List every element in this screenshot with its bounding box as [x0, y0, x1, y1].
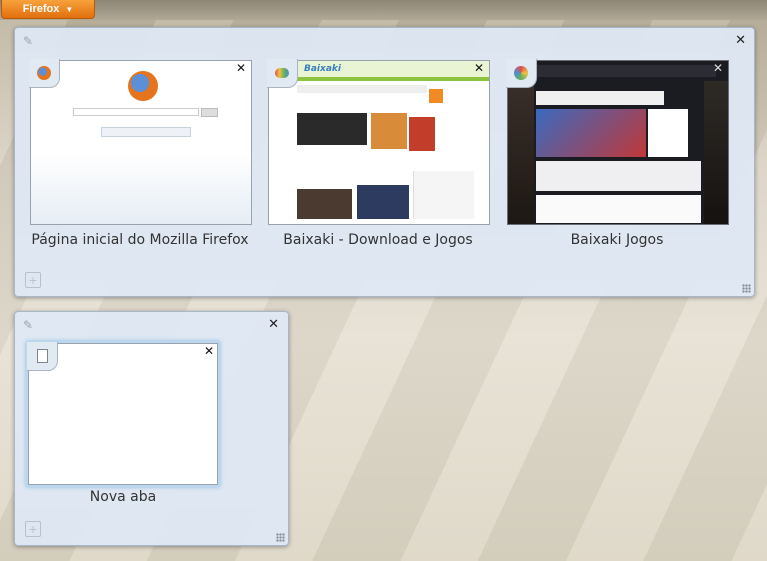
pencil-icon[interactable]: ✎	[23, 318, 37, 332]
nav-bar-preview	[269, 77, 489, 81]
tab-preview	[30, 60, 252, 225]
tab-favicon	[27, 342, 58, 371]
thumb-row-preview	[536, 161, 701, 191]
side-art-preview	[704, 81, 728, 224]
firefox-logo	[128, 71, 158, 101]
site-header-preview	[536, 65, 716, 77]
tab-favicon	[506, 59, 537, 88]
baixaki-jogos-icon	[514, 66, 528, 80]
tab-favicon	[267, 59, 298, 88]
banner-preview	[536, 91, 664, 105]
new-tab-icon[interactable]: +	[25, 272, 41, 288]
firefox-icon	[37, 66, 51, 80]
page-background	[31, 154, 251, 224]
snippet-preview	[101, 127, 191, 137]
tab-thumbnail-baixaki-jogos[interactable]: ✕ Baixaki Jogos	[506, 59, 729, 250]
image-preview	[357, 185, 409, 219]
resize-handle-icon[interactable]	[276, 533, 285, 542]
tab-title: Baixaki - Download e Jogos	[283, 232, 473, 248]
image-preview	[536, 109, 646, 157]
close-tab-button[interactable]: ✕	[204, 344, 214, 358]
content-preview	[536, 195, 701, 223]
site-header-preview	[269, 61, 489, 77]
tab-title: Página inicial do Mozilla Firefox	[31, 232, 249, 248]
image-preview	[297, 189, 352, 219]
search-box-preview	[73, 108, 199, 116]
tab-group-1[interactable]: ✎ ✕ ✕ Página inicial do Mozilla Firefox …	[14, 27, 755, 297]
pencil-icon[interactable]: ✎	[23, 34, 37, 48]
tab-preview	[507, 60, 729, 225]
tab-group-2[interactable]: ✎ ✕ ✕ Nova aba +	[14, 311, 289, 546]
new-tab-icon[interactable]: +	[25, 521, 41, 537]
close-group-button[interactable]: ✕	[268, 317, 279, 332]
page-icon	[36, 349, 48, 363]
block-preview	[429, 89, 443, 103]
firefox-menu-label: Firefox	[22, 3, 60, 15]
baixaki-logo: Baixaki	[304, 64, 341, 74]
tab-favicon	[29, 59, 60, 88]
close-group-button[interactable]: ✕	[735, 33, 746, 48]
tab-title: Baixaki Jogos	[570, 232, 664, 248]
resize-handle-icon[interactable]	[742, 284, 751, 293]
close-tab-button[interactable]: ✕	[236, 61, 246, 75]
image-preview	[371, 113, 407, 149]
tab-thumbnail-baixaki[interactable]: Baixaki ✕ Baixaki - Download e Jogos	[267, 59, 490, 250]
tab-thumbnail-mozilla[interactable]: ✕ Página inicial do Mozilla Firefox	[29, 59, 252, 250]
chevron-down-icon: ▼	[65, 4, 74, 14]
image-preview	[409, 117, 435, 151]
close-tab-button[interactable]: ✕	[474, 61, 484, 75]
tab-title: Nova aba	[89, 489, 157, 505]
firefox-menu-button[interactable]: Firefox ▼	[1, 0, 95, 19]
tab-thumbnail-nova-aba[interactable]: ✕ Nova aba	[27, 342, 218, 533]
list-preview	[648, 109, 688, 157]
video-preview	[297, 113, 367, 145]
close-tab-button[interactable]: ✕	[713, 61, 723, 75]
side-art-preview	[508, 81, 534, 224]
search-button-preview	[201, 108, 218, 117]
tab-preview: Baixaki	[268, 60, 490, 225]
list-preview	[413, 171, 474, 219]
browser-titlebar: Firefox ▼	[0, 0, 767, 20]
block-preview	[297, 85, 427, 93]
baixaki-icon	[275, 68, 289, 78]
